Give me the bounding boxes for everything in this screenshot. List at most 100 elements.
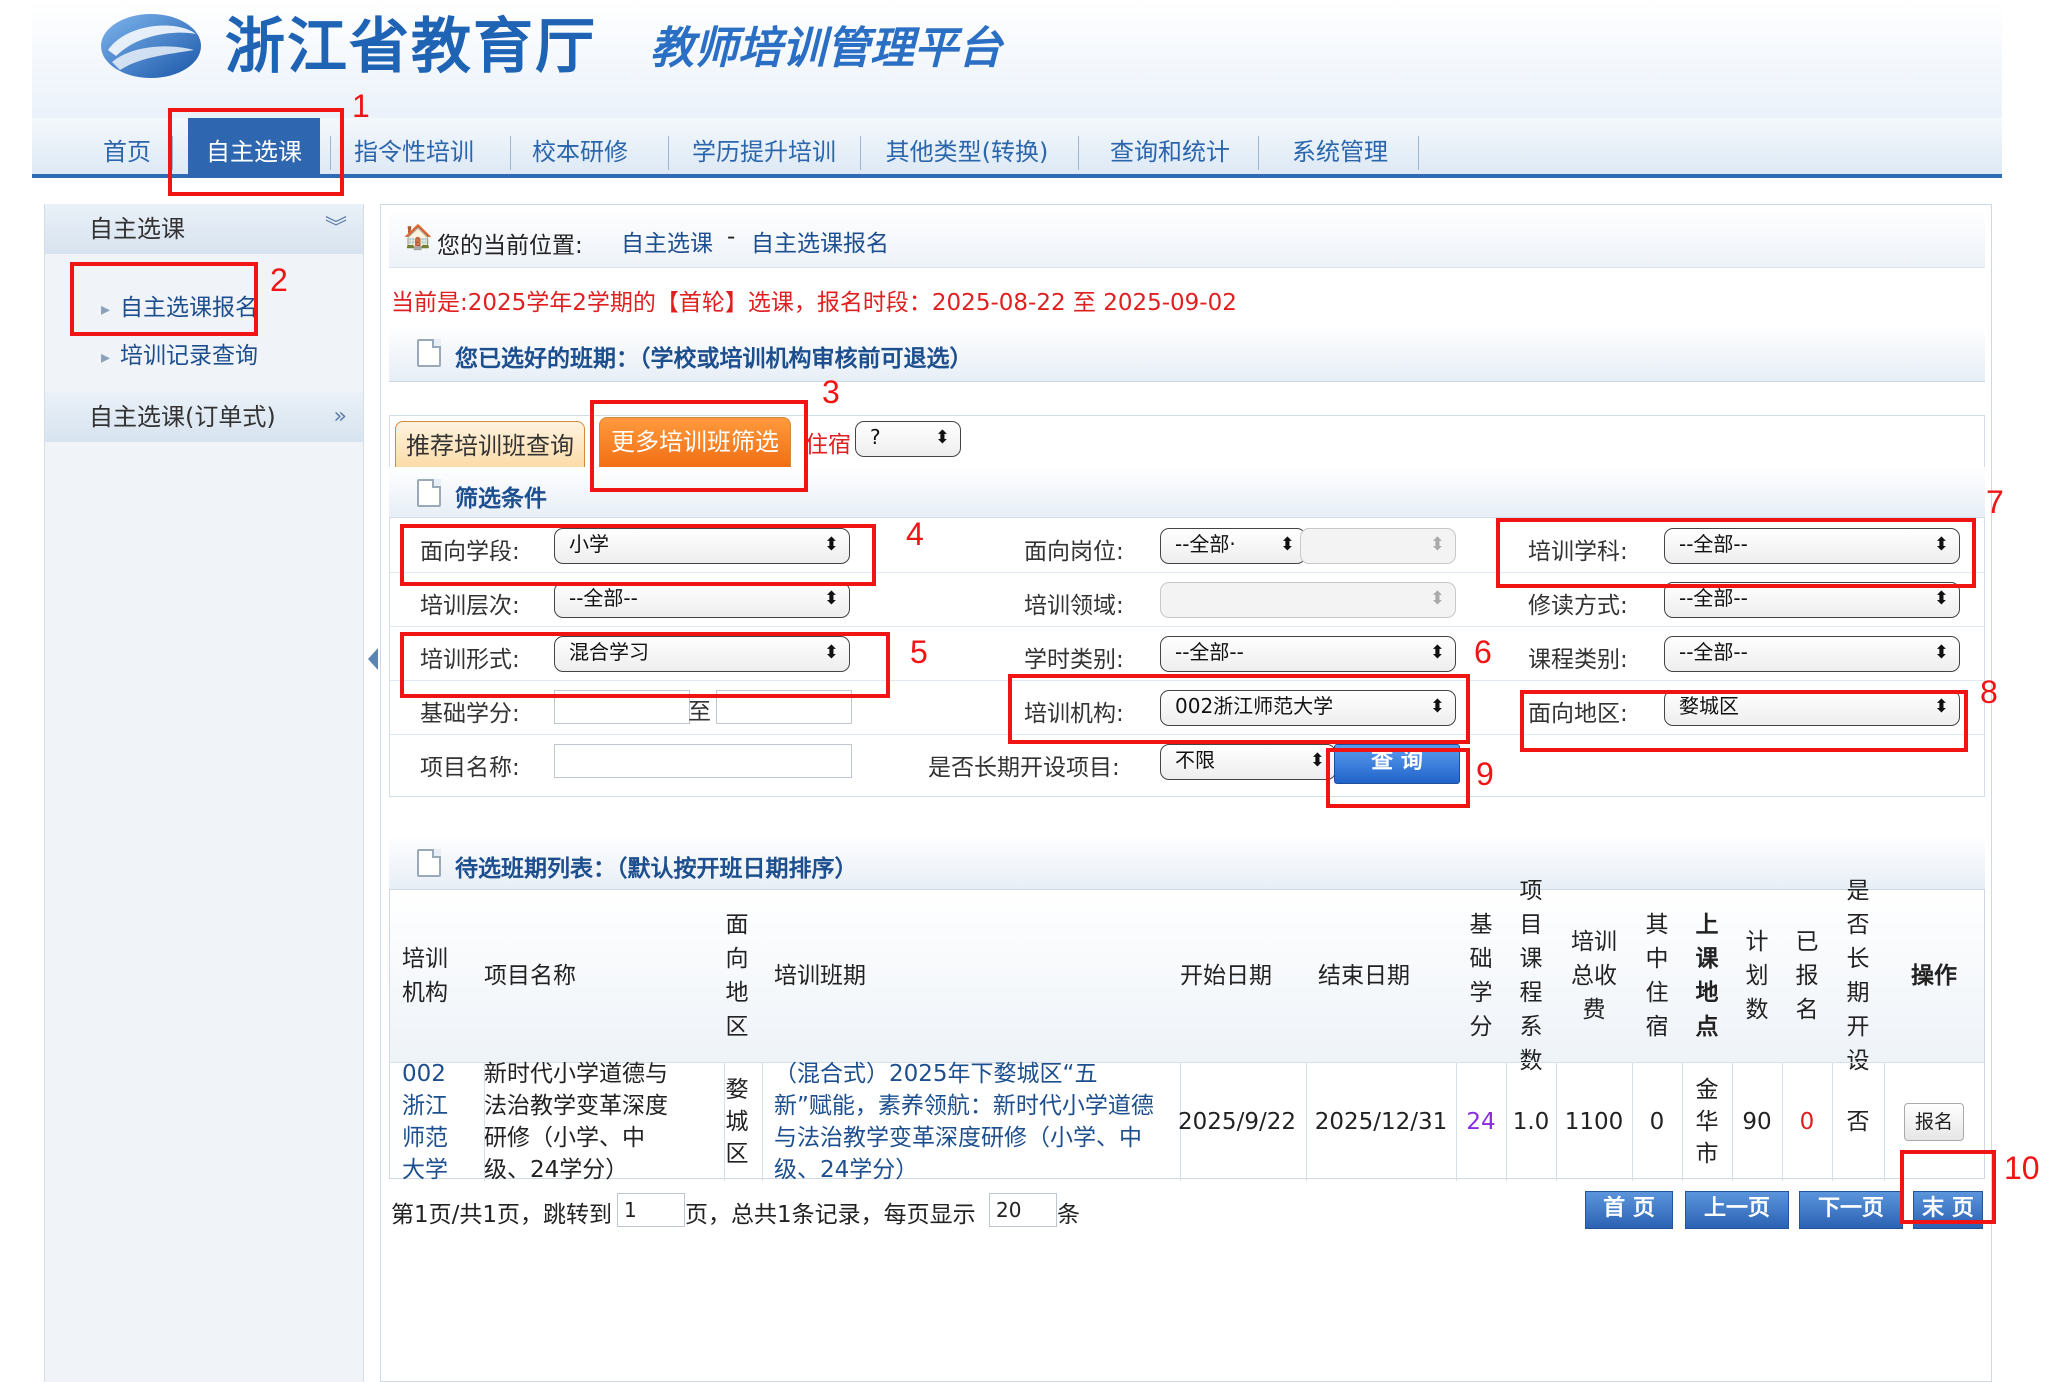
annotation-number-6: 6: [1474, 634, 1492, 670]
post-select[interactable]: --全部·: [1160, 528, 1306, 564]
sidebar-collapse-arrow-icon[interactable]: [368, 648, 378, 670]
next-page-button[interactable]: 下一页: [1799, 1191, 1903, 1229]
hour-type-select[interactable]: --全部--: [1160, 636, 1456, 672]
long-term-select[interactable]: 不限: [1160, 744, 1336, 780]
nav-school-research[interactable]: 校本研修: [522, 118, 638, 178]
site-name: 浙江省教育厅: [225, 12, 597, 82]
pager: 第1页/共1页，跳转到 1 页，总共1条记录，每页显示 20 条 首 页 上一页…: [389, 1185, 1985, 1235]
level-select[interactable]: --全部--: [554, 582, 850, 618]
col-header-plan: 计划数: [1732, 890, 1783, 1062]
col-header-location: 上课地点: [1682, 890, 1733, 1062]
annotation-box-6: [1008, 674, 1470, 744]
post-sub-select[interactable]: [1300, 528, 1456, 564]
cell-plan: 90: [1732, 1062, 1783, 1181]
lodging-label: 住宿: [805, 432, 851, 458]
field-select[interactable]: [1160, 582, 1456, 618]
annotation-box-5: [400, 632, 890, 698]
nav-degree-upgrade[interactable]: 学历提升培训: [680, 118, 848, 178]
class-list-table: 培训机构 项目名称 面向地区 培训班期 开始日期 结束日期 基础学分 项目课程系…: [389, 878, 1985, 1183]
course-type-select[interactable]: --全部--: [1664, 636, 1960, 672]
col-header-end: 结束日期: [1306, 890, 1469, 1062]
pager-info-1: 第1页/共1页，跳转到: [391, 1202, 613, 1228]
nav-home[interactable]: 首页: [86, 118, 168, 178]
col-header-start: 开始日期: [1168, 890, 1319, 1062]
double-chevron-down-icon[interactable]: ︾: [325, 204, 347, 254]
nav-other-types[interactable]: 其他类型(转换): [872, 118, 1062, 178]
annotation-number-4: 4: [906, 516, 924, 552]
page-jump-input[interactable]: 1: [617, 1193, 685, 1227]
cell-location: 金华市: [1682, 1062, 1733, 1181]
cell-end-date: 2025/12/31: [1306, 1062, 1457, 1181]
document-icon: [417, 849, 441, 877]
col-header-region: 面向地区: [712, 890, 763, 1062]
annotation-box-4: [400, 524, 876, 586]
nav-directive-training[interactable]: 指令性培训: [344, 118, 484, 178]
annotation-box-7: [1496, 518, 1976, 588]
nav-query-stats[interactable]: 查询和统计: [1090, 118, 1250, 178]
annotation-box-2: [70, 262, 258, 336]
col-header-lodging: 其中住宿: [1632, 890, 1683, 1062]
project-name-input[interactable]: [554, 744, 852, 778]
col-header-enrolled: 已报名: [1782, 890, 1833, 1062]
col-header-coef: 项目课程系数: [1506, 878, 1557, 1074]
credit-label: 基础学分:: [420, 701, 520, 727]
selected-classes-bar: 您已选好的班期：（学校或培训机构审核前可退选）: [389, 325, 1985, 382]
sidebar-section-title: 自主选课: [89, 215, 185, 243]
annotation-box-3: [590, 400, 808, 492]
annotation-number-8: 8: [1980, 674, 1998, 710]
post-label: 面向岗位:: [1024, 539, 1124, 565]
cell-institution[interactable]: 002浙江师范大学: [390, 1061, 485, 1183]
long-term-label: 是否长期开设项目:: [928, 755, 1120, 781]
breadcrumb-separator: -: [727, 224, 736, 250]
document-icon: [417, 479, 441, 507]
nav-system-admin[interactable]: 系统管理: [1270, 118, 1410, 178]
selected-classes-title: 您已选好的班期：（学校或培训机构审核前可退选）: [455, 346, 973, 372]
cell-enrolled: 0: [1782, 1062, 1833, 1181]
semester-notice: 当前是:2025学年2学期的【首轮】选课，报名时段：2025-08-22 至 2…: [391, 290, 1237, 316]
annotation-number-5: 5: [910, 634, 928, 670]
prev-page-button[interactable]: 上一页: [1685, 1191, 1789, 1229]
signup-button[interactable]: 报名: [1903, 1103, 1964, 1141]
ribbon-swirl-logo-icon: [98, 4, 204, 84]
main-content: 🏠 您的当前位置: 自主选课 - 自主选课报名 当前是:2025学年2学期的【首…: [380, 204, 1992, 1382]
field-label: 培训领域:: [1024, 593, 1124, 619]
cell-project: 新时代小学道德与法治教学变革深度研修（小学、中级、24学分）: [472, 1061, 725, 1183]
cell-long-term: 否: [1832, 1062, 1885, 1181]
breadcrumb-prefix: 您的当前位置:: [437, 233, 583, 259]
tab-recommend-query[interactable]: 推荐培训班查询: [395, 421, 585, 473]
cell-lodging: 0: [1632, 1062, 1683, 1181]
annotation-box-9: [1326, 748, 1470, 808]
page-size-input[interactable]: 20: [989, 1193, 1057, 1227]
breadcrumb-signup[interactable]: 自主选课报名: [751, 224, 889, 258]
cell-region: 婺城区: [712, 1062, 763, 1181]
double-chevron-right-icon[interactable]: »: [334, 392, 347, 442]
annotation-number-2: 2: [270, 262, 288, 298]
col-header-project: 项目名称: [472, 890, 725, 1062]
sidebar-item-training-record-query[interactable]: 培训记录查询: [101, 336, 258, 370]
hour-type-label: 学时类别:: [1024, 647, 1124, 673]
first-page-button[interactable]: 首 页: [1585, 1191, 1673, 1229]
cell-period-link[interactable]: （混合式）2025年下婺城区“五新”赋能，素养领航：新时代小学道德与法治教学变革…: [762, 1061, 1181, 1183]
annotation-number-7: 7: [1986, 484, 2004, 520]
annotation-number-3: 3: [822, 374, 840, 410]
pending-classes-title: 待选班期列表：（默认按开班日期排序）: [455, 856, 858, 882]
annotation-number-9: 9: [1476, 756, 1494, 792]
cell-start-date: 2025/9/22: [1168, 1062, 1307, 1181]
lodging-select[interactable]: ?: [855, 421, 961, 457]
sidebar-section-order-select[interactable]: 自主选课(订单式) »: [45, 392, 363, 442]
col-header-fee: 培训总收费: [1556, 890, 1633, 1062]
col-header-period: 培训班期: [762, 890, 1181, 1062]
annotation-box-10: [1900, 1150, 1996, 1224]
col-header-institution: 培训机构: [390, 890, 485, 1062]
cell-coef: 1.0: [1506, 1062, 1557, 1181]
cell-credit: 24: [1456, 1062, 1507, 1181]
level-label: 培训层次:: [420, 593, 520, 619]
pending-classes-bar: 待选班期列表：（默认按开班日期排序）: [389, 835, 1985, 890]
sidebar-section-self-select[interactable]: 自主选课 ︾: [45, 204, 363, 254]
pager-info-2: 页，总共1条记录，每页显示: [685, 1202, 976, 1228]
annotation-number-10: 10: [2004, 1150, 2040, 1186]
sidebar-section-title: 自主选课(订单式): [89, 403, 276, 431]
annotation-number-1: 1: [352, 88, 370, 124]
course-type-label: 课程类别:: [1528, 647, 1628, 673]
breadcrumb-self-select[interactable]: 自主选课: [621, 224, 713, 258]
